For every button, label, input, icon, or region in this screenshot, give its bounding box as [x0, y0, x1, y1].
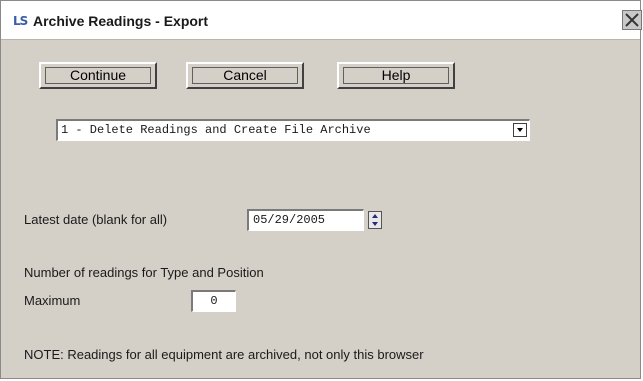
cancel-button[interactable]: Cancel	[186, 62, 304, 89]
chevron-down-icon	[517, 128, 523, 132]
archive-mode-value: 1 - Delete Readings and Create File Arch…	[61, 123, 371, 137]
window-title: Archive Readings - Export	[33, 13, 209, 29]
help-button[interactable]: Help	[337, 62, 455, 89]
spinner-icon	[372, 214, 378, 226]
close-icon	[625, 13, 639, 27]
latest-date-label: Latest date (blank for all)	[24, 212, 168, 227]
app-icon: LS	[13, 14, 28, 28]
continue-button-label: Continue	[69, 67, 127, 83]
archive-note: NOTE: Readings for all equipment are arc…	[24, 347, 424, 362]
dropdown-toggle[interactable]	[513, 123, 527, 137]
title-bar: LS Archive Readings - Export	[1, 1, 642, 40]
cancel-button-label: Cancel	[223, 67, 267, 83]
maximum-input[interactable]: 0	[191, 290, 236, 312]
latest-date-input[interactable]: 05/29/2005	[247, 209, 364, 231]
archive-readings-dialog: LS Archive Readings - Export Continue Ca…	[0, 0, 642, 379]
help-button-label: Help	[381, 67, 411, 83]
continue-button[interactable]: Continue	[39, 62, 157, 89]
close-button[interactable]	[622, 10, 642, 30]
date-spinner[interactable]	[368, 211, 382, 229]
archive-mode-select[interactable]: 1 - Delete Readings and Create File Arch…	[56, 119, 530, 141]
maximum-label: Maximum	[24, 293, 81, 308]
readings-heading: Number of readings for Type and Position	[24, 265, 264, 280]
